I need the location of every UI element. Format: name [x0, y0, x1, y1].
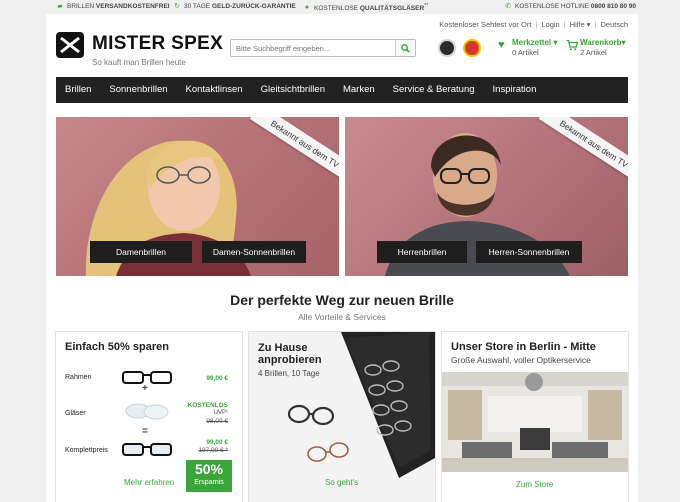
cart-icon [566, 39, 578, 51]
usp-footnote-mark: ** [424, 3, 429, 9]
hero-banner-women[interactable]: Bekannt aus dem TV Damenbrillen Damen-So… [56, 117, 339, 276]
store-interior-image [442, 372, 628, 472]
nav-item-service-beratung[interactable]: Service & Beratung [384, 77, 484, 103]
truck-icon: ▰ [57, 3, 63, 10]
nav-item-sonnenbrillen[interactable]: Sonnenbrillen [100, 77, 176, 103]
help-dropdown[interactable]: Hilfe ▾ [570, 20, 591, 29]
complete-glasses-icon [122, 443, 172, 456]
savings-percent: 50% [194, 461, 224, 477]
nav-item-inspiration[interactable]: Inspiration [484, 77, 546, 103]
store-card[interactable]: Unser Store in Berlin - Mitte Große Ausw… [442, 332, 628, 502]
usp-free-lenses: ● KOSTENLOSE QUALITÄTSGLÄSER** [303, 3, 429, 12]
nav-item-kontaktlinsen[interactable]: Kontaktlinsen [177, 77, 252, 103]
search-box [230, 39, 416, 57]
equals-sign: = [142, 426, 148, 437]
usp-text-plain: KOSTENLOSE [314, 5, 360, 13]
usp-text-bold: VERSANDKOSTENFREI [95, 3, 170, 10]
lenses-old-price: 98,00 € [206, 418, 228, 425]
logo[interactable]: MISTER SPEX So kauft man Brillen heute [56, 30, 223, 70]
nav-item-marken[interactable]: Marken [334, 77, 384, 103]
home-tryon-title: Zu Hause anprobieren [258, 342, 322, 366]
lenses-uvp: UVP¹ [213, 410, 228, 416]
wishlist-count: 0 Artikel [512, 48, 539, 57]
cart-button[interactable]: Warenkorb▾ 2 Artikel [566, 37, 638, 61]
total-old-price: 197,00 € * [198, 447, 228, 454]
heart-icon: ♥ [498, 39, 505, 51]
login-link[interactable]: Login [541, 20, 559, 29]
savings-badge: 50% Ersparnis [186, 460, 232, 492]
frame-price: 99,00 € [206, 375, 228, 382]
logo-tagline: So kauft man Brillen heute [92, 58, 186, 67]
search-icon [401, 43, 410, 53]
to-store-link[interactable]: Zum Store [516, 480, 553, 489]
nav-item-brillen[interactable]: Brillen [56, 77, 100, 103]
wishlist-button[interactable]: ♥ Merkzettel ▾ 0 Artikel [498, 37, 568, 61]
hero-banner-men[interactable]: Bekannt aus dem TV Herrenbrillen Herren-… [345, 117, 628, 276]
lenses-label: Gläser [65, 410, 86, 417]
usp-text-bold: 0800 810 80 90 [590, 3, 637, 10]
usp-text-bold: GELD-ZURÜCK-GARANTIE [211, 3, 296, 10]
logo-mark-icon [56, 32, 84, 58]
glasses-frame-icon [122, 371, 172, 384]
lenses-icon [125, 403, 169, 420]
phone-icon: ✆ [505, 3, 511, 10]
usp-free-shipping: ▰ BRILLEN VERSANDKOSTENFREI [56, 3, 170, 10]
cart-count: 2 Artikel [580, 48, 607, 57]
home-tryon-subtitle: 4 Brillen, 10 Tage [258, 369, 320, 378]
section-headline: Der perfekte Weg zur neuen Brille [230, 292, 454, 308]
shop-award-badge[interactable] [463, 39, 481, 57]
usp-text: KOSTENLOSE QUALITÄTSGLÄSER** [314, 3, 428, 12]
main-nav: Brillen Sonnenbrillen Kontaktlinsen Glei… [56, 77, 628, 103]
usp-text-plain: 30 TAGE [184, 3, 212, 10]
divider: | [563, 20, 566, 29]
nav-item-gleitsichtbrillen[interactable]: Gleitsichtbrillen [252, 77, 334, 103]
frame-label: Rahmen [65, 374, 92, 381]
usp-text: BRILLEN VERSANDKOSTENFREI [67, 3, 170, 10]
eye-test-link[interactable]: Kostenloser Sehtest vor Ort [439, 20, 531, 29]
usp-text: 30 TAGE GELD-ZURÜCK-GARANTIE [184, 3, 296, 10]
usp-text-plain: BRILLEN [67, 3, 96, 10]
savings-badge-label: Ersparnis [194, 479, 224, 486]
store-subtitle: Große Auswahl, voller Optikerservice [451, 355, 591, 365]
savings-card[interactable]: Einfach 50% sparen Rahmen 99,00 € + Gläs… [56, 332, 242, 502]
store-title: Unser Store in Berlin - Mitte [451, 341, 596, 353]
plus-sign: + [142, 383, 148, 394]
men-glasses-button[interactable]: Herrenbrillen [377, 241, 467, 263]
cart-label: Warenkorb▾ [580, 38, 626, 47]
usp-text: KOSTENLOSE HOTLINE 0800 810 80 90 [515, 3, 636, 10]
home-tryon-card[interactable]: Zu Hause anprobieren 4 Brillen, 10 Tage … [249, 332, 435, 502]
language-selector[interactable]: Deutsch [600, 20, 628, 29]
usp-hotline[interactable]: ✆ KOSTENLOSE HOTLINE 0800 810 80 90 [504, 3, 636, 10]
lenses-free: KOSTENLOS [187, 402, 228, 409]
total-price: 99,00 € [206, 439, 228, 446]
usp-text-bold: QUALITÄTSGLÄSER [359, 5, 425, 13]
learn-more-link[interactable]: Mehr erfahren [124, 478, 174, 487]
search-button[interactable] [395, 40, 415, 56]
women-sunglasses-button[interactable]: Damen-Sonnenbrillen [202, 241, 306, 263]
section-subline: Alle Vorteile & Services [298, 312, 386, 322]
usp-money-back: ↻ 30 TAGE GELD-ZURÜCK-GARANTIE [173, 3, 296, 10]
utility-links: Kostenloser Sehtest vor Ort | Login | Hi… [439, 20, 628, 29]
wishlist-label: Merkzettel ▾ [512, 38, 558, 47]
page-container: MISTER SPEX So kauft man Brillen heute K… [46, 14, 638, 502]
total-label: Komplettpreis [65, 447, 108, 454]
savings-card-title: Einfach 50% sparen [65, 341, 169, 353]
women-glasses-button[interactable]: Damenbrillen [90, 241, 192, 263]
usp-text-plain: KOSTENLOSE HOTLINE [515, 3, 591, 10]
divider: | [594, 20, 597, 29]
divider: | [535, 20, 538, 29]
refresh-icon: ↻ [174, 3, 180, 10]
trust-seal-badge[interactable] [438, 39, 456, 57]
how-it-works-link[interactable]: So geht's [325, 478, 358, 487]
usp-bar: ▰ BRILLEN VERSANDKOSTENFREI ↻ 30 TAGE GE… [0, 0, 680, 14]
search-input[interactable] [231, 40, 395, 56]
men-sunglasses-button[interactable]: Herren-Sonnenbrillen [476, 241, 582, 263]
chat-bubble-icon: ● [304, 4, 310, 12]
logo-name: MISTER SPEX [92, 33, 224, 54]
